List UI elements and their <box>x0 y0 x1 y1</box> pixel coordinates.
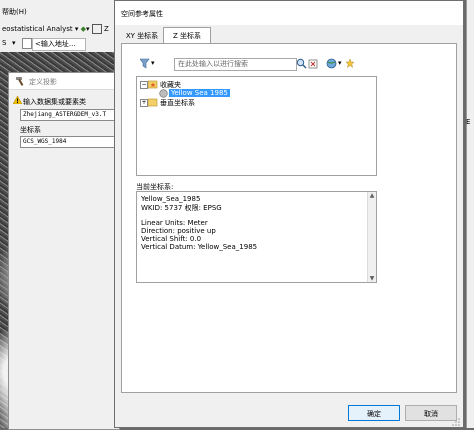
address-input[interactable]: <输入地址... <box>32 38 86 51</box>
search-input[interactable]: 在此处输入以进行搜索 <box>174 58 297 71</box>
cancel-button[interactable]: 取消 <box>405 405 457 421</box>
tree-item-yellow-sea-1985[interactable]: Yellow Sea 1985 <box>169 89 230 97</box>
dropdown-arrow-icon[interactable]: ▾ <box>73 25 81 33</box>
address-checkbox-icon[interactable] <box>22 38 32 49</box>
arrow-dropdown-icon[interactable]: ▾ <box>86 25 90 33</box>
coordinate-system-tree: − 收藏夹 Yellow Sea 1985 + 垂直坐标系 <box>136 76 377 176</box>
tab-xy-coordinate-system[interactable]: XY 坐标系 <box>121 30 163 43</box>
dialog-titlebar <box>115 1 463 25</box>
detail-line: Direction: positive up <box>141 227 216 235</box>
input-dataset-label: 输入数据集或要素类 <box>23 98 86 106</box>
z-coordinate-panel: ▾ 在此处输入以进行搜索 ▾ − 收藏夹 Yellow Sea 1985 + 垂… <box>121 43 457 393</box>
globe-icon[interactable] <box>326 58 337 69</box>
hammer-icon <box>16 77 24 86</box>
clear-search-icon[interactable] <box>308 58 318 69</box>
folder-icon <box>148 98 158 107</box>
spatial-reference-dialog: 空间参考属性 XY 坐标系 Z 坐标系 ▾ 在此处输入以进行搜索 ▾ − 收藏夹… <box>114 0 464 428</box>
define-projection-dialog: 定义投影 输入数据集或要素类 Zhejiang_ASTERGDEM_v3.T 坐… <box>8 72 120 430</box>
tree-item-vertical-cs[interactable]: 垂直坐标系 <box>160 98 195 108</box>
help-menu[interactable]: 帮助(H) <box>2 7 27 17</box>
background-right-panel <box>466 0 474 428</box>
coordinate-system-label: 坐标系 <box>20 126 41 134</box>
details-scrollbar[interactable]: ▲ ▼ <box>367 192 376 282</box>
warning-icon <box>13 96 22 104</box>
filter-dropdown-icon[interactable]: ▾ <box>151 59 155 67</box>
expand-vertical-icon[interactable]: + <box>140 99 148 107</box>
address-prefix: S <box>2 39 7 47</box>
address-dropdown-icon[interactable]: ▾ <box>12 39 16 47</box>
resize-grip-icon[interactable] <box>451 417 461 427</box>
input-dataset-field[interactable]: Zhejiang_ASTERGDEM_v3.T <box>20 109 120 121</box>
favorites-folder-icon <box>148 80 158 89</box>
detail-line: Vertical Shift: 0.0 <box>141 235 202 243</box>
detail-line: Yellow_Sea_1985 <box>141 195 201 203</box>
current-cs-details: Yellow_Sea_1985 WKID: 5737 权限: EPSG Line… <box>136 191 377 283</box>
toolbar-box-icon[interactable] <box>91 24 102 34</box>
search-icon[interactable] <box>296 58 307 69</box>
filter-icon[interactable] <box>140 58 150 69</box>
tab-z-coordinate-system[interactable]: Z 坐标系 <box>163 27 211 43</box>
vertical-cs-globe-icon <box>159 89 168 98</box>
detail-line: Vertical Datum: Yellow_Sea_1985 <box>141 243 258 251</box>
collapse-favorites-icon[interactable]: − <box>140 81 148 89</box>
add-favorite-icon[interactable] <box>345 58 355 69</box>
scroll-up-icon[interactable]: ▲ <box>368 192 376 199</box>
geostatistical-analyst-label: eostatistical Analyst <box>2 25 73 33</box>
scroll-down-icon[interactable]: ▼ <box>368 275 376 282</box>
detail-line: Linear Units: Meter <box>141 219 208 227</box>
dialog-title: 空间参考属性 <box>121 10 163 18</box>
define-projection-titlebar <box>9 73 119 90</box>
coordinate-system-field[interactable]: GCS_WGS_1984 <box>20 136 120 148</box>
geostatistical-analyst-menu[interactable]: eostatistical Analyst ▾ ◆▾ Z <box>2 24 109 34</box>
right-panel-char: E <box>466 118 471 126</box>
ok-button[interactable]: 确定 <box>348 405 400 421</box>
globe-dropdown-icon[interactable]: ▾ <box>338 59 342 67</box>
define-projection-title: 定义投影 <box>29 78 57 86</box>
toolbar-extra-label: Z <box>103 25 109 33</box>
detail-line: WKID: 5737 权限: EPSG <box>141 204 222 212</box>
